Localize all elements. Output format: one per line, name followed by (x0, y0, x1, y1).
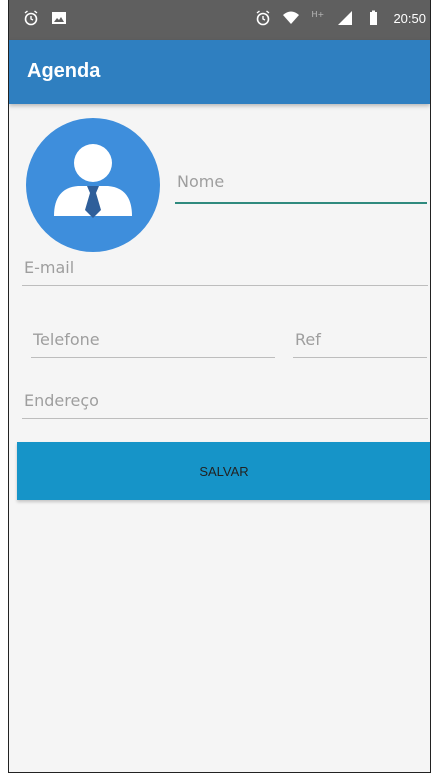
signal-icon (338, 11, 353, 25)
wifi-icon (283, 11, 300, 24)
telefone-field[interactable] (31, 330, 275, 358)
nome-input[interactable] (175, 172, 427, 191)
email-input[interactable] (22, 258, 428, 277)
endereco-field[interactable] (22, 391, 428, 419)
alarm-icon (24, 10, 38, 26)
ref-underline (293, 357, 427, 358)
status-bar: H+ 20:50 (9, 0, 430, 40)
ref-field[interactable] (293, 330, 427, 358)
alarm-icon (257, 10, 270, 26)
save-button[interactable]: SALVAR (17, 442, 430, 500)
telefone-input[interactable] (31, 330, 275, 349)
endereco-underline (22, 418, 428, 419)
nome-underline (175, 202, 427, 204)
hplus-icon: H+ (311, 10, 325, 19)
image-icon (52, 12, 66, 24)
email-underline (22, 285, 428, 286)
phone-screen: H+ 20:50 Agenda Nome E-mail Telefone Ref… (8, 0, 431, 773)
email-field[interactable] (22, 258, 428, 286)
battery-icon (370, 10, 378, 25)
ref-input[interactable] (293, 330, 427, 349)
avatar[interactable] (26, 118, 160, 252)
endereco-input[interactable] (22, 391, 428, 410)
person-icon (54, 144, 132, 218)
telefone-underline (31, 357, 275, 358)
status-time: 20:50 (393, 10, 426, 26)
page-title: Agenda (27, 60, 101, 82)
nome-field[interactable] (175, 172, 427, 204)
app-bar: Agenda (9, 40, 430, 104)
